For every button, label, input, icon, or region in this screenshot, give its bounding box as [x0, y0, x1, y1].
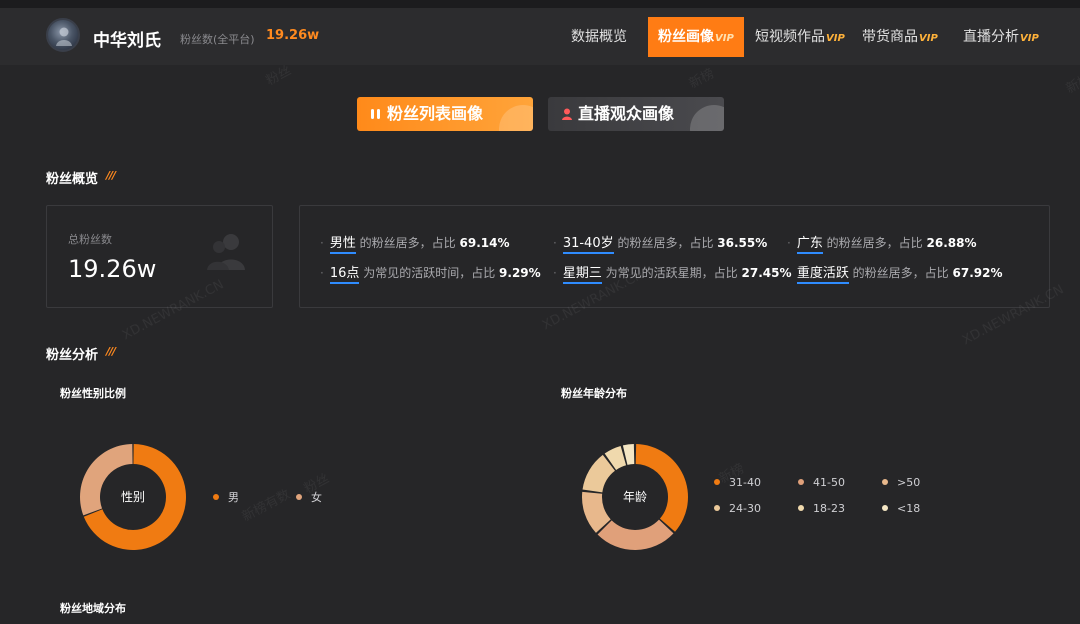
stat-percent: 27.45%: [741, 266, 792, 280]
stat-percent: 69.14%: [459, 236, 510, 250]
legend-item-male[interactable]: 男: [213, 489, 239, 505]
avatar[interactable]: [46, 18, 80, 52]
donut-slice-31-40[interactable]: [635, 444, 688, 532]
legend-dot: [798, 479, 804, 485]
vip-badge: VIP: [826, 33, 845, 44]
watermark: 新榜: [686, 66, 717, 92]
nav-item-label: 数据概览: [571, 29, 627, 45]
watermark: 新榜: [1063, 71, 1080, 97]
legend-label: 31-40: [729, 476, 761, 489]
total-fans-card: 总粉丝数 19.26w: [46, 205, 273, 308]
nav-item-fans-profile[interactable]: 粉丝画像VIP: [648, 17, 744, 57]
legend-dot: [798, 505, 804, 511]
users-icon: [371, 109, 380, 119]
stat-text: 为常见的活跃星期，占比: [605, 266, 738, 280]
fans-count-label: 粉丝数(全平台): [180, 33, 255, 46]
stat-key: 31-40岁: [562, 236, 614, 254]
nav-item-label: 粉丝画像: [658, 29, 714, 45]
legend-label: 18-23: [813, 502, 845, 515]
stat-item: · 广东 的粉丝居多，占比 26.88%: [787, 232, 977, 254]
nav-item-label: 直播分析: [963, 29, 1019, 45]
stat-key: 重度活跃: [796, 266, 849, 284]
legend-item-female[interactable]: 女: [296, 489, 322, 505]
nav-item-products[interactable]: 带货商品VIP: [862, 17, 938, 65]
fans-count-value: 19.26w: [266, 28, 320, 43]
legend-label: 男: [228, 491, 239, 504]
stat-text: 的粉丝居多，占比: [852, 266, 949, 280]
stat-key: 16点: [329, 266, 360, 284]
stat-percent: 26.88%: [926, 236, 977, 250]
legend-dot: [714, 505, 720, 511]
stat-percent: 67.92%: [952, 266, 1003, 280]
nav-item-overview[interactable]: 数据概览: [571, 17, 627, 65]
legend-label: 41-50: [813, 476, 845, 489]
donut-center-label: 性别: [121, 490, 145, 504]
legend-item-31-40[interactable]: 31-40: [714, 476, 761, 489]
stat-key: 男性: [329, 236, 356, 254]
stat-item: · 重度活跃 的粉丝居多，占比 67.92%: [787, 262, 1003, 284]
avatar-icon: [56, 27, 72, 46]
legend-item-24-30[interactable]: 24-30: [714, 502, 761, 515]
chart-title-region: 粉丝地域分布: [60, 602, 126, 615]
vip-badge: VIP: [1020, 33, 1039, 44]
legend-dot: [714, 479, 720, 485]
tab-label: 直播观众画像: [578, 104, 675, 123]
stat-text: 为常见的活跃时间，占比: [363, 266, 496, 280]
header-bar: 中华刘氏 粉丝数(全平台) 19.26w 数据概览 粉丝画像VIP 短视频作品V…: [0, 8, 1080, 65]
age-donut-chart: 年龄: [582, 444, 688, 550]
vip-badge: VIP: [919, 33, 938, 44]
stat-text: 的粉丝居多，占比: [359, 236, 456, 250]
donut-slice-41-50[interactable]: [597, 519, 674, 550]
nav-item-label: 短视频作品: [755, 29, 825, 45]
donut-center-label: 年龄: [623, 490, 647, 504]
tab-label: 粉丝列表画像: [387, 104, 484, 123]
nav-item-live-analysis[interactable]: 直播分析VIP: [963, 17, 1039, 65]
stat-key: 星期三: [562, 266, 602, 284]
vip-badge: VIP: [715, 33, 734, 44]
donut-slice-女[interactable]: [80, 444, 133, 516]
legend-dot: [296, 494, 302, 500]
stat-text: 的粉丝居多，占比: [617, 236, 714, 250]
legend-item-41-50[interactable]: 41-50: [798, 476, 845, 489]
chart-title-age: 粉丝年龄分布: [561, 387, 627, 400]
legend-label: 24-30: [729, 502, 761, 515]
top-strip: [0, 0, 1080, 8]
stat-percent: 9.29%: [499, 266, 541, 280]
section-title-decoration: ///: [106, 169, 116, 182]
legend-dot: [882, 505, 888, 511]
tab-decoration: [690, 105, 724, 131]
legend-label: <18: [897, 502, 921, 515]
total-fans-value: 19.26w: [68, 255, 157, 283]
stat-item: · 星期三 为常见的活跃星期，占比 27.45%: [553, 262, 792, 284]
total-fans-label: 总粉丝数: [68, 233, 112, 246]
stat-text: 的粉丝居多，占比: [826, 236, 923, 250]
stat-item: · 31-40岁 的粉丝居多，占比 36.55%: [553, 232, 768, 254]
account-name: 中华刘氏: [93, 31, 161, 51]
tab-decoration: [499, 105, 533, 131]
person-icon: [562, 108, 572, 120]
section-title-overview: 粉丝概览: [46, 172, 99, 187]
tab-fans-list-profile[interactable]: 粉丝列表画像: [357, 97, 533, 131]
nav-item-short-video[interactable]: 短视频作品VIP: [755, 17, 845, 65]
legend-item-over-50[interactable]: >50: [882, 476, 920, 489]
section-title-analysis: 粉丝分析: [46, 348, 99, 363]
watermark: 新榜有数: [239, 487, 293, 525]
nav-item-label: 带货商品: [862, 29, 918, 45]
legend-item-under-18[interactable]: <18: [882, 502, 920, 515]
tab-live-audience-profile[interactable]: 直播观众画像: [548, 97, 724, 131]
users-icon: [207, 234, 245, 270]
legend-dot: [882, 479, 888, 485]
section-title-decoration: ///: [106, 345, 116, 358]
legend-item-18-23[interactable]: 18-23: [798, 502, 845, 515]
stat-item: · 16点 为常见的活跃时间，占比 9.29%: [320, 262, 541, 284]
legend-label: >50: [897, 476, 921, 489]
legend-label: 女: [311, 491, 322, 504]
legend-dot: [213, 494, 219, 500]
stat-key: 广东: [796, 236, 823, 254]
stat-item: · 男性 的粉丝居多，占比 69.14%: [320, 232, 510, 254]
chart-title-gender: 粉丝性别比例: [60, 387, 126, 400]
fans-summary-card: · 男性 的粉丝居多，占比 69.14% · 31-40岁 的粉丝居多，占比 36.…: [299, 205, 1050, 308]
gender-donut-chart: 性别: [80, 444, 186, 550]
stat-percent: 36.55%: [717, 236, 768, 250]
